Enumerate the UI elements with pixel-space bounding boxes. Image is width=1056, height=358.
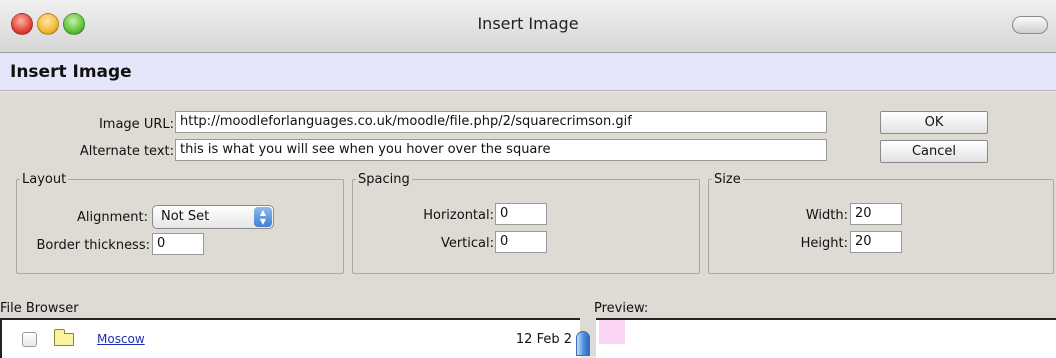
- image-url-field[interactable]: http://moodleforlanguages.co.uk/moodle/f…: [175, 111, 827, 133]
- folder-icon: [54, 329, 74, 346]
- cancel-button[interactable]: Cancel: [880, 140, 988, 163]
- vertical-field[interactable]: 0: [495, 231, 547, 253]
- file-browser-scrollbar[interactable]: [576, 331, 590, 356]
- horizontal-label: Horizontal:: [423, 208, 494, 223]
- height-field[interactable]: 20: [850, 231, 902, 253]
- alt-text-label: Alternate text:: [79, 144, 174, 159]
- file-browser-label: File Browser: [0, 301, 79, 316]
- width-label: Width:: [805, 208, 848, 223]
- dialog-header: Insert Image: [0, 53, 1056, 91]
- file-date: 12 Feb 2: [515, 332, 572, 347]
- width-field[interactable]: 20: [850, 203, 902, 225]
- alignment-value: Not Set: [161, 209, 210, 224]
- preview-pane: [596, 318, 1056, 358]
- preview-label: Preview:: [594, 301, 649, 316]
- preview-image: [599, 320, 625, 344]
- file-select-checkbox[interactable]: [22, 332, 37, 347]
- layout-legend: Layout: [22, 172, 67, 187]
- horizontal-field[interactable]: 0: [495, 203, 547, 225]
- image-url-label: Image URL:: [98, 117, 174, 132]
- window-title: Insert Image: [477, 14, 579, 33]
- window-titlebar: Insert Image: [0, 0, 1056, 53]
- ok-button[interactable]: OK: [880, 111, 988, 134]
- vertical-label: Vertical:: [440, 236, 494, 251]
- alt-text-field[interactable]: this is what you will see when you hover…: [175, 139, 827, 161]
- toolbar-toggle-button[interactable]: [1012, 16, 1048, 34]
- border-thickness-field[interactable]: 0: [152, 233, 204, 255]
- size-legend: Size: [714, 172, 741, 187]
- folder-link[interactable]: Moscow: [97, 332, 145, 346]
- file-browser-list: Moscow 12 Feb 2: [0, 318, 580, 358]
- select-arrows-icon: ▲ ▼: [254, 207, 272, 227]
- spacing-legend: Spacing: [358, 172, 410, 187]
- height-label: Height:: [800, 236, 848, 251]
- alignment-select[interactable]: Not Set ▲ ▼: [152, 205, 274, 229]
- border-thickness-label: Border thickness:: [36, 238, 150, 253]
- alignment-label: Alignment:: [77, 210, 148, 225]
